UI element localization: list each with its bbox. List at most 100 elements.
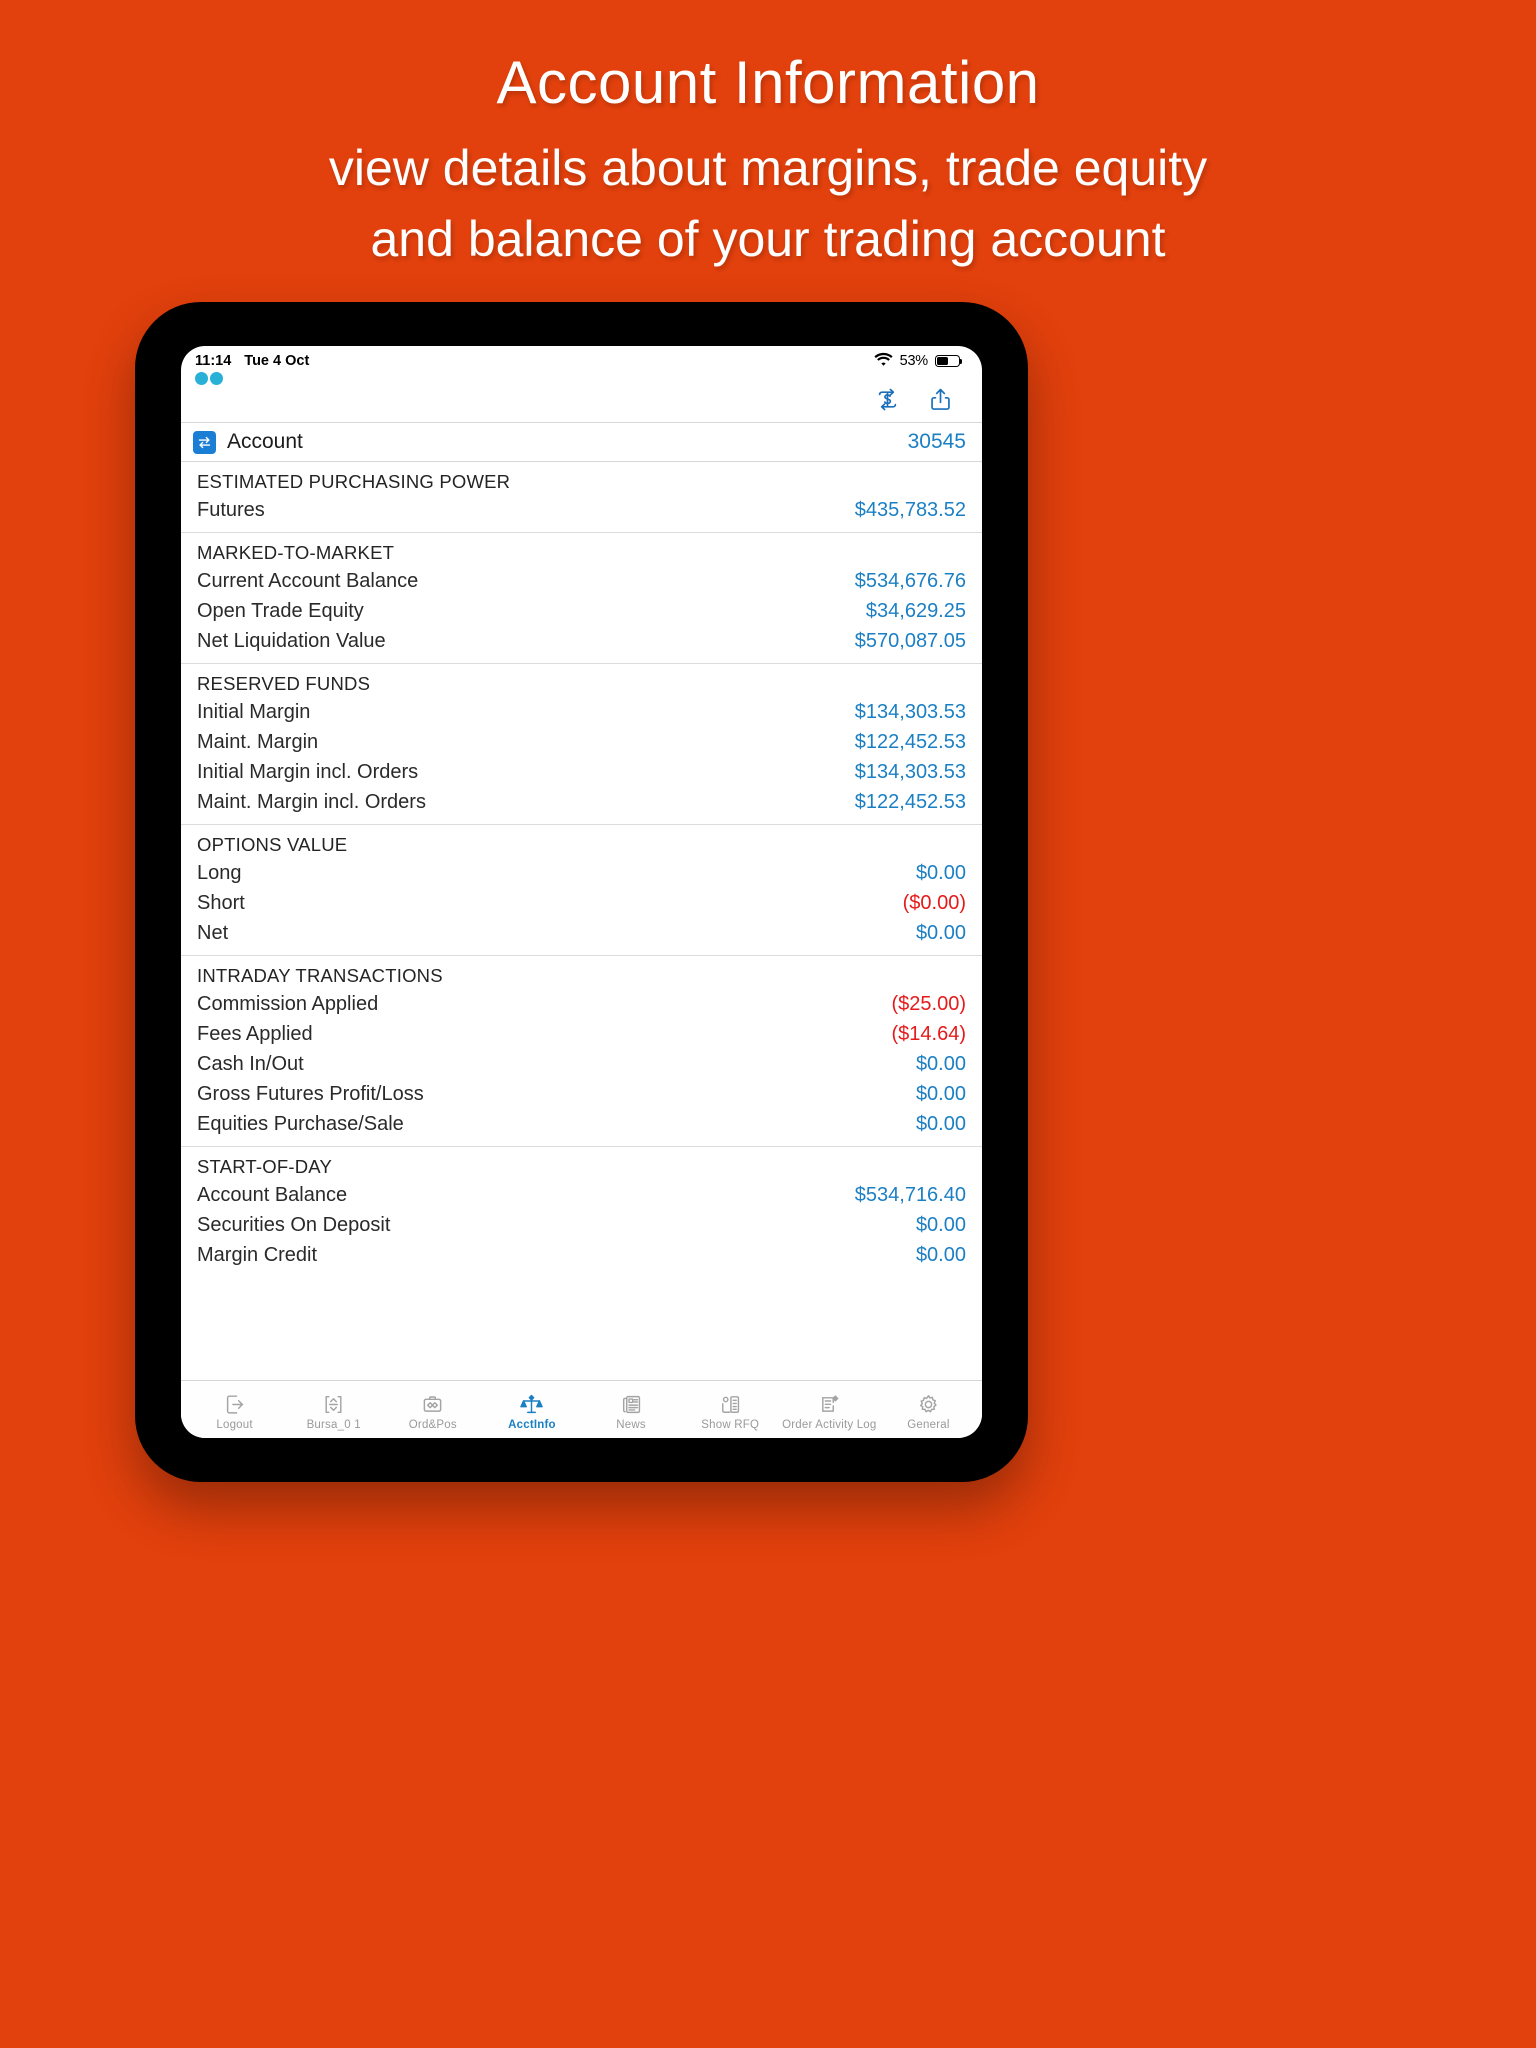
currency-refresh-icon[interactable] [874, 386, 901, 413]
info-row-label: Commission Applied [197, 993, 379, 1015]
section-header: ESTIMATED PURCHASING POWER [197, 471, 511, 492]
info-row-label: Long [197, 862, 242, 884]
info-row-label: Open Trade Equity [197, 600, 364, 622]
info-row-value: ($25.00) [891, 993, 967, 1015]
account-number: 30545 [907, 430, 966, 453]
info-row-label: Net Liquidation Value [197, 630, 386, 652]
bottom-tab-bar[interactable]: Logout Bursa_0 1 Ord&Pos AcctInfo News Show R… [181, 1380, 982, 1438]
info-row-value: $0.00 [915, 1053, 966, 1075]
info-row[interactable]: Long $0.00 [181, 858, 982, 888]
info-row[interactable]: Initial Margin incl. Orders $134,303.53 [181, 757, 982, 787]
tab-label: News [616, 1418, 646, 1431]
info-row-value: $0.00 [915, 862, 966, 884]
page-title: Account Information [496, 49, 1040, 116]
account-label: Account [227, 430, 303, 453]
account-info-list[interactable]: ESTIMATED PURCHASING POWER Futures $435,78… [181, 462, 982, 1380]
info-row-label: Margin Credit [197, 1244, 318, 1266]
info-row-value: $0.00 [915, 1083, 966, 1105]
news-icon [619, 1392, 644, 1417]
info-row-value: $0.00 [915, 1214, 966, 1236]
tab-order-activity-log[interactable]: Order Activity Log [780, 1389, 879, 1431]
info-row-value: $435,783.52 [854, 499, 966, 521]
tab-label: Logout [216, 1418, 253, 1431]
tab-show-rfq[interactable]: Show RFQ [681, 1389, 780, 1431]
tab-logout[interactable]: Logout [185, 1389, 284, 1431]
status-bar-left: 11:14 Tue 4 Oct [195, 353, 309, 369]
tab-label: Ord&Pos [408, 1418, 457, 1431]
info-row[interactable]: Short ($0.00) [181, 888, 982, 918]
scales-icon [519, 1392, 544, 1417]
activity-log-icon [817, 1392, 842, 1417]
info-row[interactable]: Commission Applied ($25.00) [181, 989, 982, 1019]
info-row[interactable]: Maint. Margin $122,452.53 [181, 727, 982, 757]
info-row-value: ($14.64) [891, 1023, 967, 1045]
info-row-label: Cash In/Out [197, 1053, 304, 1075]
info-row[interactable]: Open Trade Equity $34,629.25 [181, 596, 982, 626]
info-row[interactable]: Net $0.00 [181, 918, 982, 948]
info-row[interactable]: Account Balance $534,716.40 [181, 1180, 982, 1210]
info-row[interactable]: Net Liquidation Value $570,087.05 [181, 626, 982, 656]
tab-bursa-0-1[interactable]: Bursa_0 1 [284, 1389, 383, 1431]
info-row[interactable]: Gross Futures Profit/Loss $0.00 [181, 1079, 982, 1109]
tab-news[interactable]: News [582, 1389, 681, 1431]
info-section: ESTIMATED PURCHASING POWER Futures $435,78… [181, 462, 982, 533]
info-row-value: $134,303.53 [854, 761, 966, 783]
info-row[interactable]: Securities On Deposit $0.00 [181, 1210, 982, 1240]
account-selector-row[interactable]: Account 30545 [181, 422, 982, 462]
status-bar-date: Tue 4 Oct [244, 353, 310, 369]
info-row-label: Gross Futures Profit/Loss [197, 1083, 424, 1105]
info-section: MARKED-TO-MARKET Current Account Balance $… [181, 533, 982, 664]
tab-acctinfo[interactable]: AcctInfo [482, 1389, 581, 1431]
info-row-label: Short [197, 892, 245, 914]
info-row-value: $0.00 [915, 922, 966, 944]
section-header: INTRADAY TRANSACTIONS [197, 965, 443, 986]
info-row[interactable]: Cash In/Out $0.00 [181, 1049, 982, 1079]
wifi-icon [873, 352, 893, 370]
info-section: OPTIONS VALUE Long $0.00 Short ($0.00) Net $0.… [181, 825, 982, 956]
tab-label: AcctInfo [508, 1418, 556, 1431]
share-icon[interactable] [927, 386, 954, 413]
info-row-value: $0.00 [915, 1113, 966, 1135]
info-row-value: $570,087.05 [854, 630, 966, 652]
info-row-label: Account Balance [197, 1184, 348, 1206]
info-row-label: Securities On Deposit [197, 1214, 391, 1236]
info-row[interactable]: Initial Margin $134,303.53 [181, 697, 982, 727]
battery-icon [935, 354, 963, 368]
info-row-value: $122,452.53 [854, 731, 966, 753]
info-section: INTRADAY TRANSACTIONS Commission Applied (… [181, 956, 982, 1147]
device-screen: 11:14 Tue 4 Oct 53% Account 30545 ESTIMA… [181, 346, 982, 1438]
info-row[interactable]: Maint. Margin incl. Orders $122,452.53 [181, 787, 982, 817]
tab-ord-pos[interactable]: Ord&Pos [383, 1389, 482, 1431]
section-header: MARKED-TO-MARKET [197, 542, 395, 563]
logout-icon [222, 1392, 247, 1417]
gear-icon [916, 1392, 941, 1417]
loading-dots-indicator [195, 372, 223, 385]
status-bar-right: 53% [873, 352, 963, 370]
info-row-label: Maint. Margin [197, 731, 319, 753]
promo-subtitle: view details about margins, trade equity… [0, 133, 1536, 275]
ios-status-bar: 11:14 Tue 4 Oct 53% [181, 346, 982, 385]
section-header: OPTIONS VALUE [197, 834, 348, 855]
info-row[interactable]: Fees Applied ($14.64) [181, 1019, 982, 1049]
promo-subtitle-line-1: view details about margins, trade equity [328, 139, 1208, 196]
section-header: START-OF-DAY [197, 1156, 332, 1177]
switch-account-icon[interactable] [193, 430, 216, 454]
info-row-label: Initial Margin incl. Orders [197, 761, 419, 783]
info-row[interactable]: Margin Credit $0.00 [181, 1240, 982, 1270]
info-row[interactable]: Futures $435,783.52 [181, 495, 982, 525]
info-row-value: ($0.00) [902, 892, 966, 914]
orders-positions-icon [420, 1392, 445, 1417]
section-header: RESERVED FUNDS [197, 673, 371, 694]
info-row[interactable]: Current Account Balance $534,676.76 [181, 566, 982, 596]
info-row-label: Equities Purchase/Sale [197, 1113, 404, 1135]
tab-label: Show RFQ [701, 1418, 760, 1431]
info-row-label: Fees Applied [197, 1023, 313, 1045]
info-row[interactable]: Equities Purchase/Sale $0.00 [181, 1109, 982, 1139]
info-row-value: $122,452.53 [854, 791, 966, 813]
info-row-value: $534,676.76 [854, 570, 966, 592]
info-row-label: Initial Margin [197, 701, 311, 723]
tab-label: Bursa_0 1 [306, 1418, 361, 1431]
tablet-device-frame: 11:14 Tue 4 Oct 53% Account 30545 ESTIMA… [135, 302, 1028, 1482]
promo-header: Account Information view details about m… [0, 0, 1536, 275]
tab-general[interactable]: General [879, 1389, 978, 1431]
